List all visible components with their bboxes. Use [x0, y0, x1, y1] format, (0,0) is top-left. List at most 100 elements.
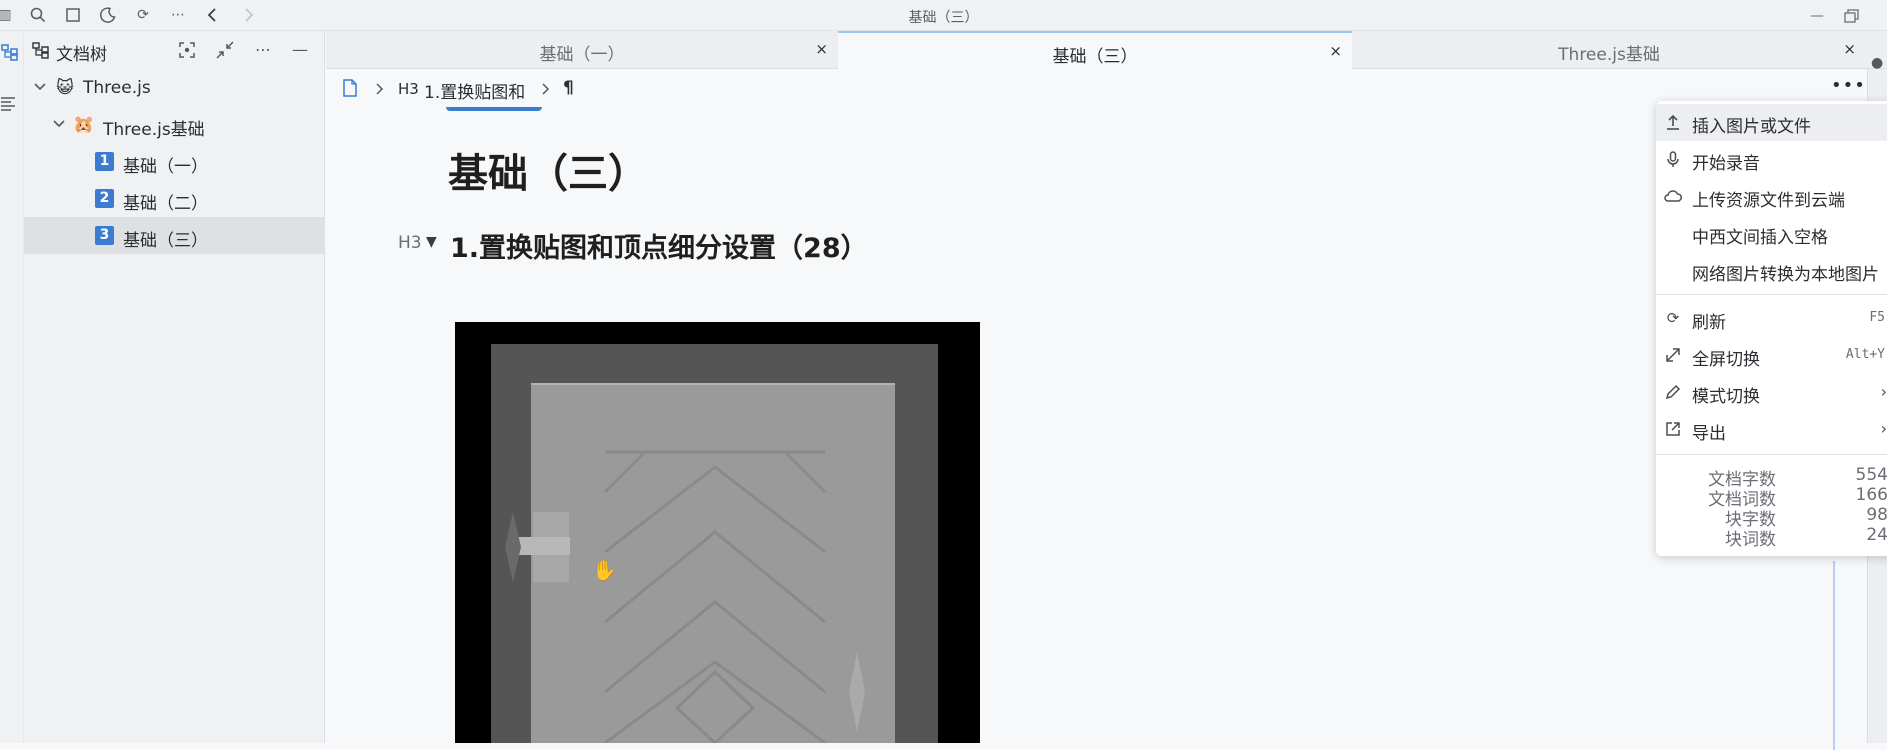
heading-level-tag[interactable]: H3 — [398, 233, 422, 253]
menu-item-label: 全屏切换 — [1692, 350, 1760, 370]
stat-value: 166 — [1855, 485, 1887, 505]
number-2-icon: 2 — [95, 189, 114, 208]
menu-item-label: 导出 — [1692, 424, 1726, 444]
doc-tree-icon — [32, 41, 50, 59]
tree-item-label: 基础（三） — [123, 231, 208, 251]
menu-item-refresh[interactable]: ⟳ 刷新 F5 — [1656, 300, 1887, 337]
tree-item-label: Three.js基础 — [103, 120, 205, 140]
tab-threejs-basics[interactable]: Three.js基础 × — [1352, 31, 1866, 69]
collapse-triangle-icon[interactable]: ▼ — [426, 234, 437, 250]
collapse-icon[interactable] — [214, 39, 236, 61]
menu-item-mode-switch[interactable]: 模式切换 › — [1656, 374, 1887, 411]
hamster-emoji-icon: 🐹 — [73, 115, 95, 135]
breadcrumb-underline — [446, 107, 542, 111]
minimize-icon[interactable]: — — [1806, 5, 1828, 27]
tab-basics-3[interactable]: 基础（三） × — [838, 31, 1352, 69]
tab-label: Three.js基础 — [1558, 45, 1660, 65]
menu-item-label: 插入图片或文件 — [1692, 117, 1811, 137]
stat-label: 块词数 — [1725, 530, 1776, 550]
scroll-indicator[interactable] — [1833, 561, 1835, 750]
tree-item-label: 基础（一） — [123, 157, 208, 177]
stat-value: 554 — [1855, 465, 1887, 485]
menu-item-export[interactable]: 导出 › — [1656, 411, 1887, 448]
chevron-down-icon[interactable] — [51, 115, 67, 133]
tab-basics-1[interactable]: 基础（一） × — [326, 31, 838, 69]
shortcut-label: F5 — [1869, 310, 1885, 325]
stat-value: 24 — [1866, 525, 1887, 545]
doc-tree-icon[interactable] — [1, 43, 19, 61]
stat-value: 98 — [1866, 505, 1887, 525]
menu-item-net-image-local[interactable]: 网络图片转换为本地图片 — [1656, 252, 1887, 289]
tree-item-basics-3[interactable]: 3 基础（三） — [24, 217, 325, 254]
chevron-right-icon — [540, 79, 552, 99]
chevron-right-icon — [374, 79, 386, 99]
stat-block-chars: 块字数 98 — [1656, 505, 1887, 530]
tab-label: 基础（三） — [1052, 47, 1138, 67]
menu-item-record[interactable]: 开始录音 — [1656, 141, 1887, 178]
menu-item-label: 刷新 — [1692, 313, 1726, 333]
upload-icon — [1663, 112, 1683, 132]
minimize-panel-icon[interactable]: — — [289, 39, 311, 61]
menu-item-fullscreen[interactable]: 全屏切换 Alt+Y — [1656, 337, 1887, 374]
menu-separator — [1656, 454, 1887, 455]
menu-item-upload-cloud[interactable]: 上传资源文件到云端 — [1656, 178, 1887, 215]
cat-emoji-icon: 😺 — [56, 78, 74, 98]
title-bar: ▥ ⟳ ⋯ 基础（三） — — [0, 0, 1887, 31]
menu-item-label: 网络图片转换为本地图片 — [1692, 265, 1879, 285]
outline-icon[interactable] — [0, 95, 18, 113]
mic-icon — [1663, 149, 1683, 169]
stat-doc-words: 文档词数 166 — [1656, 485, 1887, 510]
shortcut-label: Alt+Y — [1845, 347, 1885, 362]
paragraph-icon[interactable]: ¶ — [563, 78, 574, 98]
doc-tree-panel: 文档树 ⋯ — 😺 Three.js 🐹 Three.js基础 1 基础（一） … — [24, 31, 325, 743]
menu-item-label: 中西文间插入空格 — [1692, 228, 1828, 248]
close-icon[interactable]: × — [815, 40, 828, 58]
stat-doc-chars: 文档字数 554 — [1656, 465, 1887, 490]
breadcrumb-heading-tag[interactable]: H3 — [398, 80, 419, 98]
stat-block-words: 块词数 24 — [1656, 525, 1887, 550]
menu-item-label: 上传资源文件到云端 — [1692, 191, 1845, 211]
editor[interactable]: H3 1.置换贴图和 ¶ ••• 基础（三） H3 ▼ 1.置换贴图和顶点细分设… — [326, 69, 1867, 750]
doc-tree-header: 文档树 ⋯ — — [24, 31, 325, 69]
close-icon[interactable]: × — [1843, 40, 1856, 58]
chevron-down-icon[interactable] — [32, 78, 48, 96]
refresh-icon: ⟳ — [1666, 309, 1680, 327]
export-icon — [1663, 419, 1683, 439]
menu-item-insert-image[interactable]: 插入图片或文件 — [1656, 104, 1887, 141]
tree-item-basics-1[interactable]: 1 基础（一） — [24, 143, 325, 180]
tree-item-threejs-basics[interactable]: 🐹 Three.js基础 — [24, 106, 325, 143]
menu-item-label: 模式切换 — [1692, 387, 1760, 407]
tree-item-basics-2[interactable]: 2 基础（二） — [24, 180, 325, 217]
tree-item-threejs[interactable]: 😺 Three.js — [24, 69, 325, 106]
pencil-icon — [1663, 382, 1683, 402]
tab-bar: 基础（一） × 基础（三） × Three.js基础 × — [326, 31, 1887, 69]
restore-icon[interactable] — [1840, 5, 1862, 27]
graph-icon[interactable]: ● — [1871, 55, 1883, 71]
number-3-icon: 3 — [95, 226, 114, 245]
fullscreen-icon — [1663, 345, 1683, 365]
tree-item-label: 基础（二） — [123, 194, 208, 214]
more-icon[interactable]: ••• — [1831, 75, 1866, 96]
menu-separator — [1656, 294, 1887, 295]
menu-item-insert-space[interactable]: 中西文间插入空格 — [1656, 215, 1887, 252]
close-icon[interactable]: × — [1329, 42, 1342, 60]
chevron-right-icon: › — [1880, 419, 1887, 438]
number-1-icon: 1 — [95, 152, 114, 171]
tree-item-label: Three.js — [83, 78, 151, 98]
doc-tree-title: 文档树 — [56, 45, 107, 65]
focus-icon[interactable] — [176, 39, 198, 61]
chevron-right-icon: › — [1880, 382, 1887, 401]
more-icon[interactable]: ⋯ — [252, 39, 274, 61]
tab-label: 基础（一） — [539, 45, 625, 65]
breadcrumb-heading[interactable]: 1.置换贴图和 — [424, 78, 525, 103]
hand-cursor-icon: ✋ — [592, 558, 617, 582]
section-heading[interactable]: 1.置换贴图和顶点细分设置（28） — [450, 226, 868, 265]
menu-item-label: 开始录音 — [1692, 154, 1760, 174]
cloud-icon — [1663, 186, 1683, 206]
window-title: 基础（三） — [908, 10, 979, 26]
document-title[interactable]: 基础（三） — [448, 141, 648, 199]
file-icon[interactable] — [342, 78, 358, 98]
door-displacement-map-image[interactable]: ✋ — [455, 322, 980, 743]
dock-strip — [0, 31, 24, 743]
editor-more-menu: 插入图片或文件 开始录音 上传资源文件到云端 中西文间插入空格 网络图片转换为本… — [1656, 101, 1887, 556]
